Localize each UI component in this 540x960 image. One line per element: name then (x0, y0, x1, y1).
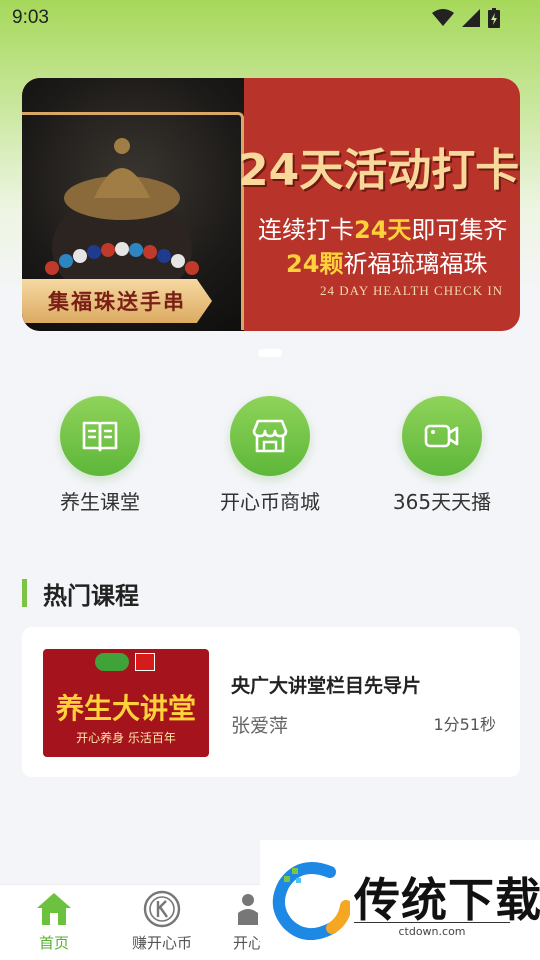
course-card[interactable]: 养生大讲堂 开心养身 乐活百年 央广大讲堂栏目先导片 张爱萍 1分51秒 (22, 627, 520, 777)
course-duration: 1分51秒 (433, 715, 496, 734)
course-thumbnail: 养生大讲堂 开心养身 乐活百年 (43, 649, 209, 757)
section-title: 热门课程 (43, 581, 139, 610)
cnr-logo (135, 653, 155, 671)
section-header: 热门课程 (22, 578, 139, 610)
thumbnail-title: 养生大讲堂 (55, 692, 196, 725)
status-time: 9:03 (12, 7, 49, 28)
status-bar: 9:03 (0, 0, 540, 36)
shortcut-health-class[interactable]: 养生课堂 (30, 396, 170, 515)
video-icon (424, 424, 459, 448)
brand-logo (95, 653, 129, 671)
tab-label: 首页 (38, 934, 69, 952)
shortcut-label: 开心币商城 (220, 490, 320, 514)
tab-home[interactable]: 首页 (0, 889, 108, 953)
coin-icon (143, 890, 181, 928)
watermark-url: ctdown.com (354, 922, 510, 938)
watermark-overlay: 传统下载 ctdown.com (260, 840, 540, 960)
shortcut-label: 养生课堂 (60, 490, 140, 514)
shortcut-label: 365天天播 (392, 490, 492, 514)
promo-banner[interactable]: 集福珠送手串 24天活动打卡 连续打卡24天即可集齐 24颗祈福琉璃福珠 24 … (22, 78, 520, 331)
shortcut-coin-mall[interactable]: 开心币商城 (200, 396, 340, 515)
section-accent-bar (22, 579, 27, 607)
watermark-logo (272, 862, 350, 940)
banner-subtitle-1: 连续打卡24天即可集齐 (258, 216, 508, 244)
course-author: 张爱萍 (231, 715, 289, 737)
shortcut-daily-broadcast[interactable]: 365天天播 (372, 396, 512, 515)
banner-subtitle-2: 24颗祈福琉璃福珠 (286, 250, 488, 278)
carousel-indicator[interactable] (258, 349, 282, 357)
battery-icon (488, 8, 500, 28)
book-icon (82, 421, 118, 452)
wifi-icon (432, 9, 454, 26)
watermark-brand: 传统下载 (354, 873, 540, 927)
store-icon (252, 419, 288, 453)
person-icon (238, 894, 258, 925)
signal-icon (462, 9, 480, 27)
home-icon (37, 893, 71, 925)
banner-tag: 集福珠送手串 (22, 279, 212, 323)
status-icons (432, 8, 500, 28)
banner-title: 24天活动打卡 (238, 145, 520, 196)
thumbnail-subtitle: 开心养身 乐活百年 (76, 731, 176, 745)
course-title: 央广大讲堂栏目先导片 (231, 675, 422, 697)
banner-english-caption: 24 DAY HEALTH CHECK IN (320, 283, 504, 298)
